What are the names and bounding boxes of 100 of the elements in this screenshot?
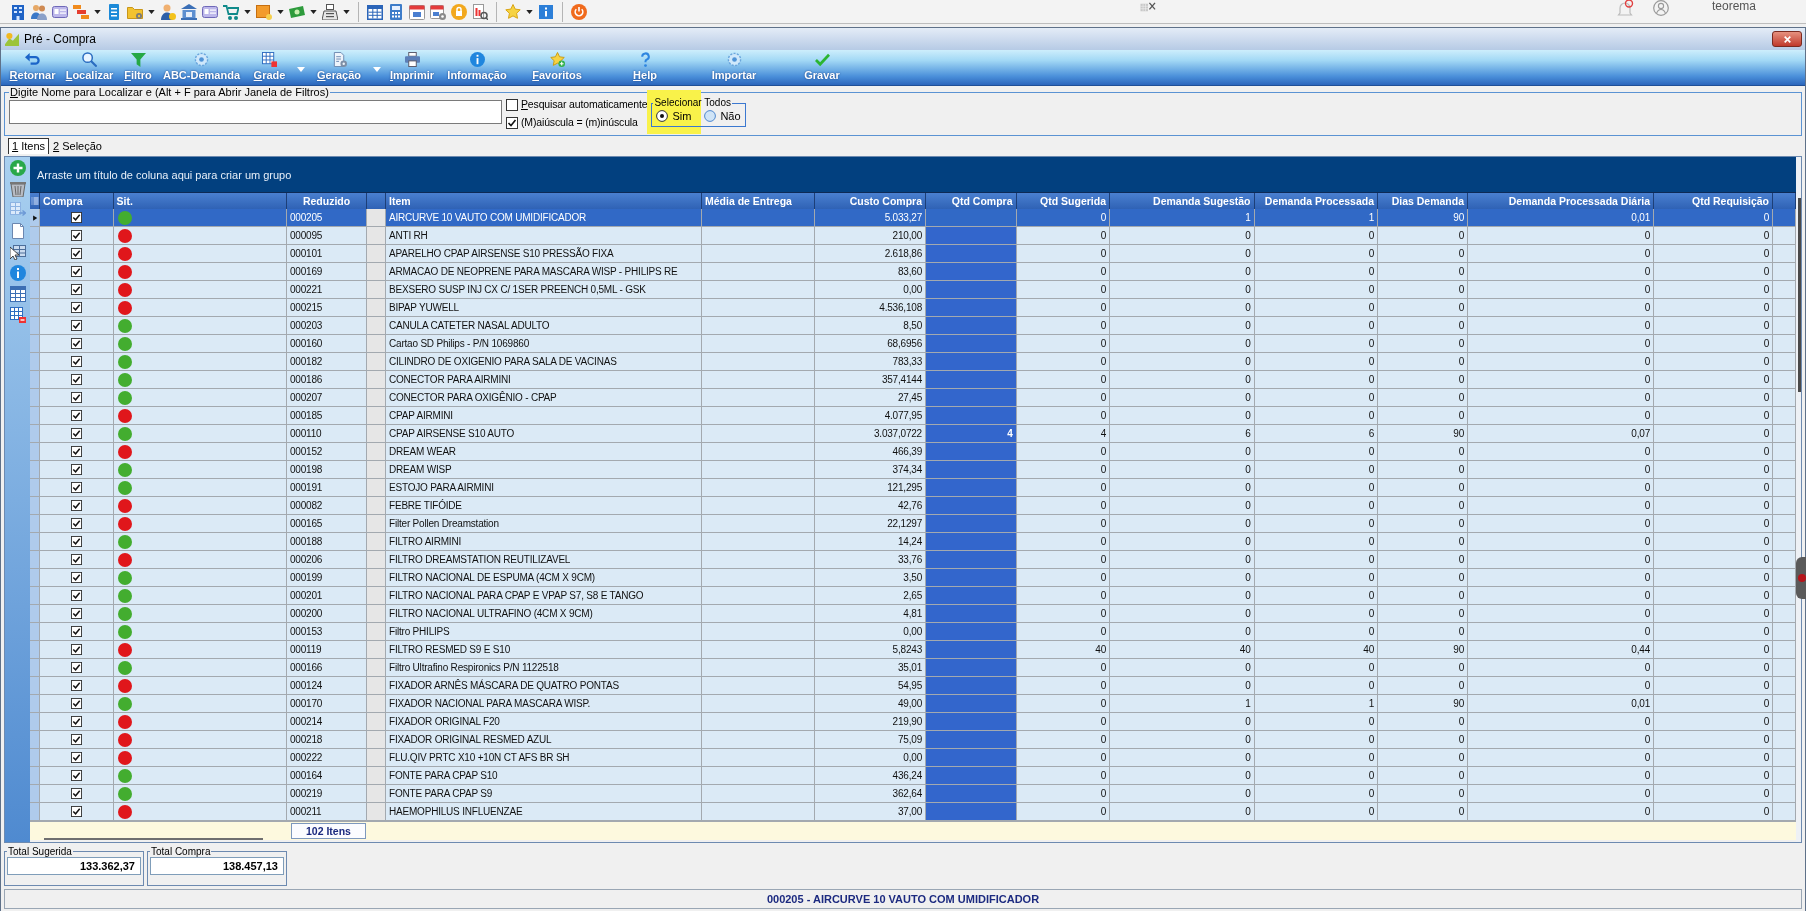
row-header[interactable] xyxy=(30,209,40,227)
table-row[interactable]: 000095 ANTI RH 210,00 0 0 0 0 0 0 xyxy=(30,227,1796,245)
quantity-field[interactable] xyxy=(926,227,1017,245)
quantity-field[interactable] xyxy=(926,389,1017,407)
grid-delete-icon[interactable] xyxy=(9,307,26,323)
checkbox[interactable] xyxy=(70,644,82,655)
table-row[interactable]: 000188 FILTRO AIRMINI 14,24 0 0 0 0 0 0 xyxy=(30,533,1796,551)
checkbox[interactable] xyxy=(70,554,82,565)
caret-down-icon[interactable] xyxy=(244,9,251,14)
bank-icon[interactable] xyxy=(181,3,197,20)
note-icon[interactable] xyxy=(256,3,272,20)
tab[interactable]: 1 Itens xyxy=(8,138,50,154)
table-row[interactable]: 000198 DREAM WISP 374,34 0 0 0 0 0 0 xyxy=(30,461,1796,479)
checkbox[interactable] xyxy=(70,788,82,799)
checkbox[interactable] xyxy=(70,374,82,385)
document-icon[interactable] xyxy=(9,223,26,239)
star-icon[interactable] xyxy=(505,3,521,20)
cash-register-icon[interactable] xyxy=(322,3,338,20)
checkbox[interactable] xyxy=(70,302,82,313)
side-handle-icon[interactable] xyxy=(1796,557,1806,599)
column-chooser-icon[interactable] xyxy=(30,197,39,205)
table-row[interactable]: 000215 BIPAP YUWELL 4.536,108 0 0 0 0 0 0 xyxy=(30,299,1796,317)
table-row[interactable]: 000153 Filtro PHILIPS 0,00 0 0 0 0 0 0 xyxy=(30,623,1796,641)
user-icon[interactable] xyxy=(1651,0,1671,16)
checkbox[interactable] xyxy=(70,608,82,619)
id-card-icon[interactable] xyxy=(52,3,68,20)
quantity-field[interactable] xyxy=(926,371,1017,389)
checkbox[interactable] xyxy=(70,464,82,475)
caret-down-icon[interactable] xyxy=(526,9,533,14)
checkbox[interactable] xyxy=(70,446,82,457)
table-row[interactable]: 000201 FILTRO NACIONAL PARA CPAP E VPAP S7, S8 E TANGO 2,65 0 0 0 0 0 0 xyxy=(30,587,1796,605)
table-row[interactable]: 000218 FIXADOR ORIGINAL RESMED AZUL 75,09 0 0 0 0 0 0 xyxy=(30,731,1796,749)
checkbox[interactable] xyxy=(70,320,82,331)
vertical-scrollbar[interactable] xyxy=(1798,198,1801,392)
quantity-field[interactable] xyxy=(926,713,1017,731)
caret-down-icon[interactable] xyxy=(148,9,155,14)
quantity-field[interactable] xyxy=(926,695,1017,713)
calendar-icon[interactable] xyxy=(409,3,425,20)
checkbox[interactable] xyxy=(70,536,82,547)
checkbox[interactable] xyxy=(70,212,82,223)
power-icon[interactable] xyxy=(571,3,587,20)
checkbox[interactable] xyxy=(70,392,82,403)
lock-icon[interactable] xyxy=(451,3,467,20)
banknote-icon[interactable] xyxy=(289,3,305,20)
quantity-field[interactable] xyxy=(926,479,1017,497)
table-row[interactable]: 000165 Filter Pollen Dreamstation 22,1297 0 0 0 0 0 0 xyxy=(30,515,1796,533)
table-row[interactable]: 000169 ARMACAO DE NEOPRENE PARA MASCARA WISP - PHILIPS RE 83,60 0 0 0 0 0 0 xyxy=(30,263,1796,281)
checkbox[interactable] xyxy=(70,752,82,763)
table-icon[interactable] xyxy=(9,286,26,302)
caret-down-icon[interactable] xyxy=(310,9,317,14)
quantity-field[interactable] xyxy=(926,245,1017,263)
table-row[interactable]: 000152 DREAM WEAR 466,39 0 0 0 0 0 0 xyxy=(30,443,1796,461)
info-icon[interactable] xyxy=(538,3,554,20)
info-icon[interactable] xyxy=(9,265,26,281)
checkbox[interactable] xyxy=(70,716,82,727)
checkbox[interactable] xyxy=(70,284,82,295)
quantity-field[interactable]: 4 xyxy=(926,425,1017,443)
checkbox[interactable] xyxy=(70,698,82,709)
checkbox[interactable] xyxy=(70,518,82,529)
quantity-field[interactable] xyxy=(926,623,1017,641)
add-icon[interactable] xyxy=(9,160,26,176)
table-row[interactable]: 000124 FIXADOR ARNÊS MÁSCARA DE QUATRO PONTAS 54,95 0 0 0 0 0 0 xyxy=(30,677,1796,695)
table-row[interactable]: 000119 FILTRO RESMED S9 E S10 5,8243 40 40 40 90 0,44 0 xyxy=(30,641,1796,659)
checkbox[interactable]: Pesquisar automaticamente xyxy=(506,98,648,111)
checkbox[interactable] xyxy=(70,338,82,349)
checkbox[interactable] xyxy=(70,482,82,493)
quantity-field[interactable] xyxy=(926,677,1017,695)
quantity-field[interactable] xyxy=(926,443,1017,461)
table-row[interactable]: 000082 FEBRE TIFÓIDE 42,76 0 0 0 0 0 0 xyxy=(30,497,1796,515)
quantity-field[interactable] xyxy=(926,605,1017,623)
quantity-field[interactable] xyxy=(926,587,1017,605)
table-row[interactable]: 000214 FIXADOR ORIGINAL F20 219,90 0 0 0 0 0 0 xyxy=(30,713,1796,731)
caret-down-icon[interactable] xyxy=(94,9,101,14)
quantity-field[interactable] xyxy=(926,299,1017,317)
bar-chart-icon[interactable] xyxy=(73,3,89,20)
quantity-field[interactable] xyxy=(926,407,1017,425)
quantity-field[interactable] xyxy=(926,209,1017,227)
table-row[interactable]: 000101 APARELHO CPAP AIRSENSE S10 PRESSÃO FIXA 2.618,86 0 0 0 0 0 0 xyxy=(30,245,1796,263)
quantity-field[interactable] xyxy=(926,317,1017,335)
checkbox[interactable]: (M)aiúscula = (m)inúscula xyxy=(506,116,648,129)
checkbox[interactable] xyxy=(70,662,82,673)
quantity-field[interactable] xyxy=(926,785,1017,803)
table-row[interactable]: 000205 AIRCURVE 10 VAUTO COM UMIDIFICADOR 5.033,27 0 1 1 90 0,01 0 xyxy=(30,209,1796,227)
checkbox[interactable] xyxy=(70,428,82,439)
table-row[interactable]: 000219 FONTE PARA CPAP S9 362,64 0 0 0 0 0 0 xyxy=(30,785,1796,803)
quantity-field[interactable] xyxy=(926,749,1017,767)
checkbox[interactable] xyxy=(70,410,82,421)
checkbox[interactable] xyxy=(70,734,82,745)
table-row[interactable]: 000110 CPAP AIRSENSE S10 AUTO 3.037,0722 4 4 6 6 90 0,07 0 xyxy=(30,425,1796,443)
quantity-field[interactable] xyxy=(926,569,1017,587)
table-row[interactable]: 000170 FIXADOR NACIONAL PARA MASCARA WISP. 49,00 0 1 1 90 0,01 0 xyxy=(30,695,1796,713)
calendar-gear-icon[interactable] xyxy=(430,3,446,20)
checkbox[interactable] xyxy=(70,680,82,691)
document-icon[interactable] xyxy=(106,3,122,20)
quantity-field[interactable] xyxy=(926,461,1017,479)
table-row[interactable]: 000221 BEXSERO SUSP INJ CX C/ 1SER PREENCH 0,5ML - GSK 0,00 0 0 0 0 0 0 xyxy=(30,281,1796,299)
checkbox[interactable] xyxy=(70,572,82,583)
quantity-field[interactable] xyxy=(926,641,1017,659)
radio-icon[interactable] xyxy=(656,110,669,122)
quantity-field[interactable] xyxy=(926,767,1017,785)
